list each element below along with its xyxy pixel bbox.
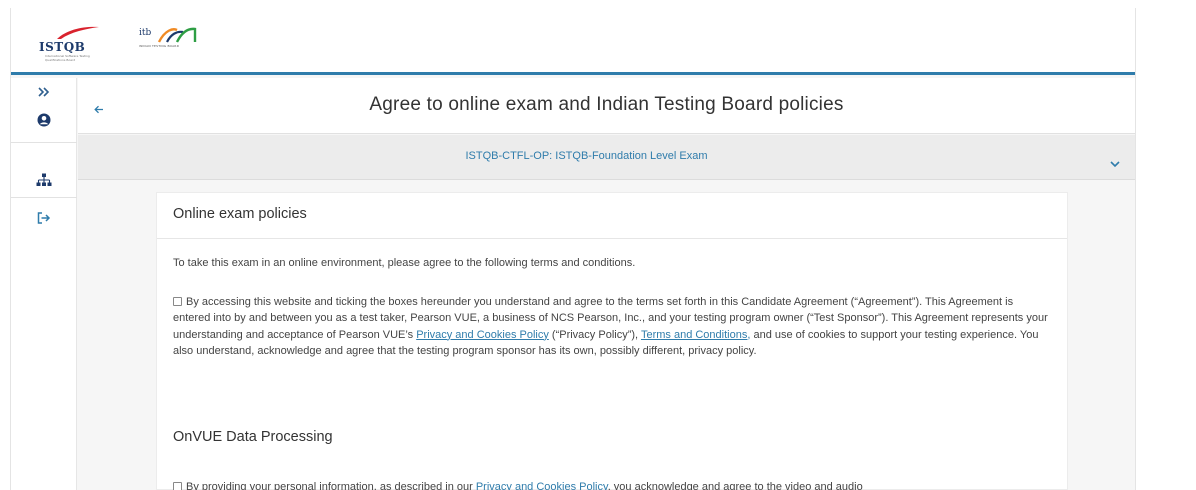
sidebar-divider	[11, 142, 77, 143]
candidate-agreement-checkbox[interactable]	[173, 297, 182, 306]
itb-subtitle: INDIAN TESTING BOARD	[139, 44, 180, 48]
istqb-tagline: International Software Testing Qualifica…	[45, 54, 90, 62]
top-header: ISTQB International Software Testing Qua…	[11, 8, 1135, 75]
exam-name: ISTQB-CTFL-OP: ISTQB-Foundation Level Ex…	[465, 150, 708, 162]
data-processing-text-1: By providing your personal information, …	[186, 481, 476, 490]
istqb-swoosh-icon	[57, 26, 99, 39]
itb-logo[interactable]: itb INDIAN TESTING BOARD	[137, 26, 217, 52]
sidebar-divider	[11, 197, 77, 198]
main-content: Agree to online exam and Indian Testing …	[78, 78, 1135, 490]
sidebar	[11, 78, 77, 490]
data-processing-text-2: , you acknowledge and agree to the video…	[607, 481, 863, 490]
itb-logo-text: itb	[139, 28, 152, 38]
sitemap-icon	[36, 173, 52, 186]
page-title: Agree to online exam and Indian Testing …	[369, 94, 844, 115]
sidebar-expand-button[interactable]	[11, 80, 77, 104]
policies-card: Online exam policies To take this exam i…	[156, 192, 1068, 490]
sign-out-icon	[37, 212, 51, 224]
app-window: ISTQB International Software Testing Qua…	[10, 8, 1136, 490]
data-processing-privacy-link[interactable]: Privacy and Cookies Policy	[476, 481, 608, 490]
data-processing-item: By providing your personal information, …	[173, 479, 1053, 490]
candidate-agreement-item: By accessing this website and ticking th…	[173, 294, 1053, 359]
exam-expand-toggle[interactable]	[1110, 153, 1120, 172]
data-processing-checkbox[interactable]	[173, 482, 182, 490]
online-exam-policies-heading: Online exam policies	[157, 193, 1067, 239]
onvue-data-processing-heading: OnVUE Data Processing	[173, 429, 333, 445]
user-circle-icon	[37, 113, 51, 127]
chevron-down-icon	[1110, 161, 1120, 168]
itb-flag-swoosh-icon	[157, 27, 197, 43]
exam-selector[interactable]: ISTQB-CTFL-OP: ISTQB-Foundation Level Ex…	[78, 135, 1135, 180]
policies-intro-text: To take this exam in an online environme…	[173, 257, 636, 269]
agreement-text-2: (“Privacy Policy”),	[548, 328, 641, 341]
privacy-cookies-policy-link[interactable]: Privacy and Cookies Policy	[416, 329, 549, 341]
double-chevron-right-icon	[38, 87, 50, 97]
istqb-logo-text: ISTQB	[39, 40, 86, 54]
terms-and-conditions-link[interactable]: Terms and Conditions,	[641, 329, 750, 341]
sidebar-item-sitemap[interactable]	[11, 162, 77, 198]
sidebar-item-sign-out[interactable]	[11, 200, 77, 236]
istqb-logo[interactable]: ISTQB International Software Testing Qua…	[37, 26, 113, 66]
sidebar-item-profile[interactable]	[11, 102, 77, 138]
title-bar: Agree to online exam and Indian Testing …	[78, 78, 1135, 134]
